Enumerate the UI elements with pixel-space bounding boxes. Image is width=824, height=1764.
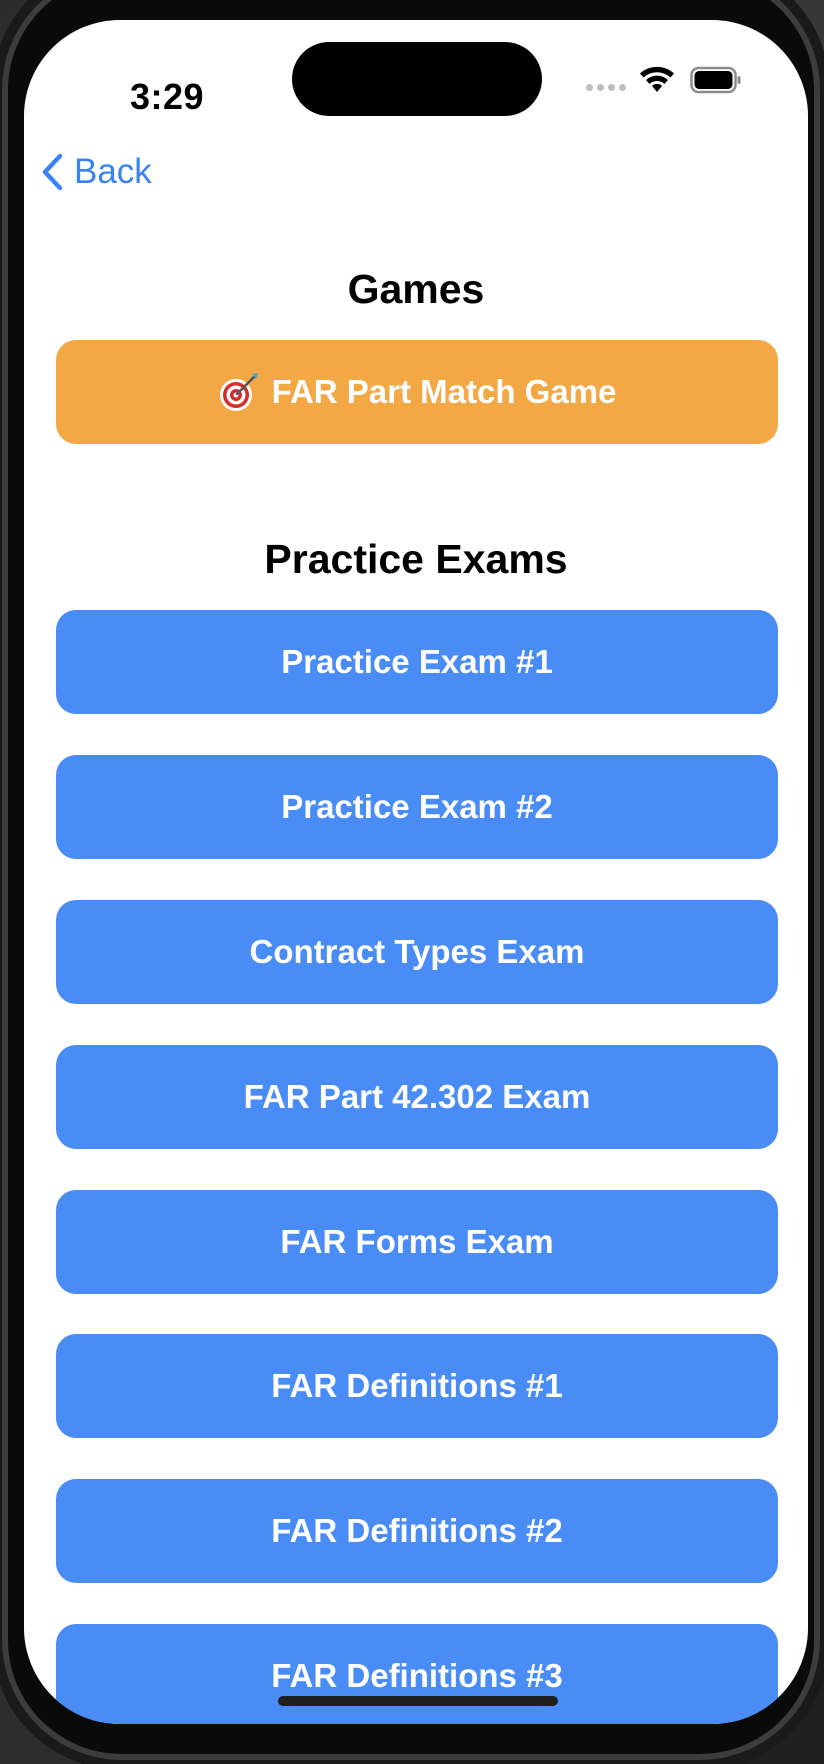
back-label: Back xyxy=(74,152,152,191)
game-button-label: FAR Part Match Game xyxy=(271,373,617,410)
far-part-42-302-exam-button[interactable]: FAR Part 42.302 Exam xyxy=(56,1045,778,1149)
far-part-match-game-button[interactable]: FAR Part Match Game xyxy=(56,340,778,444)
wifi-icon xyxy=(640,66,674,92)
exam-button-label: Practice Exam #1 xyxy=(281,643,553,680)
app-screen: 3:29 Back Games FAR Part Match Game Prac… xyxy=(24,20,808,1724)
cellular-signal-icon xyxy=(586,84,626,91)
exam-button-label: FAR Definitions #3 xyxy=(271,1657,563,1694)
practice-exam-2-button[interactable]: Practice Exam #2 xyxy=(56,755,778,859)
chevron-left-icon xyxy=(42,153,63,191)
back-button[interactable]: Back xyxy=(40,152,152,192)
exam-button-label: FAR Definitions #1 xyxy=(271,1367,563,1404)
practice-exam-1-button[interactable]: Practice Exam #1 xyxy=(56,610,778,714)
device-background: 3:29 Back Games FAR Part Match Game Prac… xyxy=(0,0,824,1764)
home-indicator[interactable] xyxy=(278,1696,558,1706)
exam-button-label: Contract Types Exam xyxy=(249,933,585,970)
far-forms-exam-button[interactable]: FAR Forms Exam xyxy=(56,1190,778,1294)
practice-exams-section-title: Practice Exams xyxy=(264,536,568,582)
dynamic-island xyxy=(292,42,542,116)
contract-types-exam-button[interactable]: Contract Types Exam xyxy=(56,900,778,1004)
status-time: 3:29 xyxy=(130,76,205,117)
exam-button-label: Practice Exam #2 xyxy=(281,788,553,825)
exam-button-label: FAR Definitions #2 xyxy=(271,1512,563,1549)
target-icon xyxy=(219,373,258,411)
exam-button-label: FAR Part 42.302 Exam xyxy=(243,1078,591,1115)
far-definitions-2-button[interactable]: FAR Definitions #2 xyxy=(56,1479,778,1583)
far-definitions-1-button[interactable]: FAR Definitions #1 xyxy=(56,1334,778,1438)
battery-icon xyxy=(690,66,741,94)
exam-button-label: FAR Forms Exam xyxy=(280,1223,554,1260)
far-definitions-3-button[interactable]: FAR Definitions #3 xyxy=(56,1624,778,1724)
games-section-title: Games xyxy=(347,266,485,312)
